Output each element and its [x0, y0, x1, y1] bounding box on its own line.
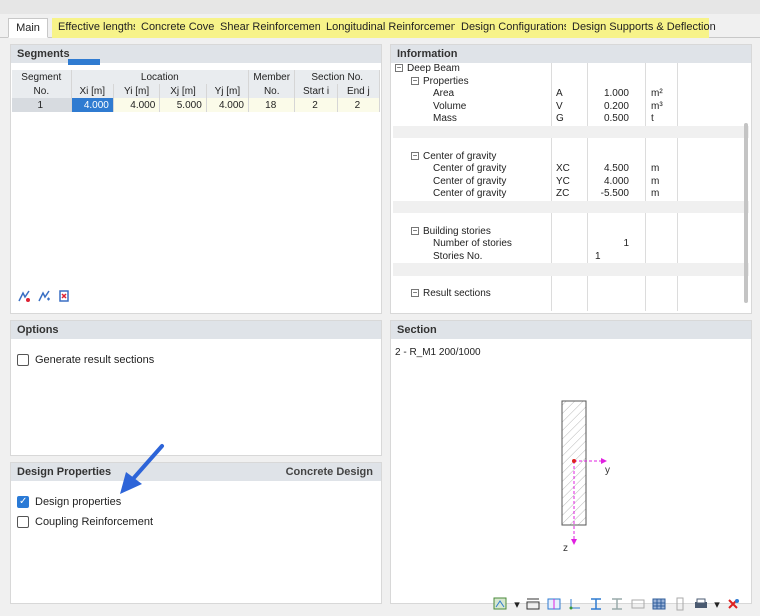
numbering-icon[interactable]: [629, 596, 647, 612]
cell-start[interactable]: 2: [294, 98, 338, 112]
dimension-icon[interactable]: [524, 596, 542, 612]
col-section-no: Section No.: [294, 70, 380, 84]
axis-y-label: y: [605, 465, 610, 476]
cell-no[interactable]: 1: [12, 98, 72, 112]
cell-end[interactable]: 2: [337, 98, 381, 112]
view-options-icon[interactable]: [492, 596, 510, 612]
tree-item: Center of gravity YC 4.000 m: [433, 175, 660, 187]
tab-bar: Main Effective lengths Concrete Cover Sh…: [0, 14, 760, 38]
section-shape-icon[interactable]: [587, 596, 605, 612]
axis-z-label: z: [563, 543, 568, 554]
tab-concrete-cover[interactable]: Concrete Cover: [135, 18, 218, 38]
insert-segment-icon[interactable]: [16, 288, 32, 304]
coupling-reinforcement-label: Coupling Reinforcement: [35, 516, 154, 528]
tree-item: Stories No. 1: [433, 250, 601, 262]
col-location: Location: [71, 70, 250, 84]
tree-item: Number of stories 1: [433, 238, 629, 249]
cell-yj[interactable]: 4.000: [206, 98, 250, 112]
collapse-icon[interactable]: −: [411, 226, 419, 235]
design-properties-checkbox[interactable]: [17, 496, 29, 508]
stress-points-icon[interactable]: [671, 596, 689, 612]
tree-spacer: [393, 125, 749, 138]
tab-shear-reinforcement[interactable]: Shear Reinforcement: [214, 18, 324, 38]
section-diagram: [561, 400, 607, 545]
tab-effective-lengths[interactable]: Effective lengths: [52, 18, 139, 38]
section-title: Section: [391, 321, 751, 339]
collapse-icon[interactable]: −: [411, 151, 419, 160]
col-yj: Yj [m]: [206, 84, 250, 98]
divide-segment-icon[interactable]: [36, 288, 52, 304]
col-xi: Xi [m]: [71, 84, 114, 98]
tree-root[interactable]: − Deep Beam: [393, 63, 749, 76]
section-panel: Section 2 - R_M1 200/1000 y z: [390, 320, 752, 604]
design-properties-panel: Design PropertiesConcrete Design Design …: [10, 462, 382, 604]
tree-item: Center of gravity ZC -5.500 m: [433, 188, 660, 199]
tree-spacer: [393, 263, 749, 276]
tree-spacer: [393, 200, 749, 213]
dropdown-arrow-icon[interactable]: ▾: [513, 596, 521, 612]
col-segment-no: No.: [12, 84, 72, 98]
information-title: Information: [391, 45, 751, 63]
delete-segment-icon[interactable]: [56, 288, 72, 304]
information-panel: Information − Deep Beam − Properties Area A…: [390, 44, 752, 314]
segments-title: Segments: [11, 45, 381, 63]
col-xj: Xj [m]: [159, 84, 207, 98]
table-column-marker: [68, 59, 100, 65]
col-member-no: No.: [248, 84, 296, 98]
options-title: Options: [11, 321, 381, 339]
tree-gravity[interactable]: − Center of gravity: [393, 151, 749, 164]
coupling-reinforcement-checkbox[interactable]: [17, 516, 29, 528]
cell-xi[interactable]: 4.000: [71, 98, 114, 112]
tree-item: Mass G 0.500 t: [433, 113, 654, 124]
col-start-i: Start i: [294, 84, 338, 98]
tree-item: Volume V 0.200 m³: [433, 100, 663, 112]
cell-member[interactable]: 18: [248, 98, 296, 112]
centroid-icon[interactable]: [545, 596, 563, 612]
tab-main[interactable]: Main: [8, 18, 48, 38]
options-panel: Options Generate result sections: [10, 320, 382, 456]
tree-item: Center of gravity XC 4.500 m: [433, 163, 660, 174]
col-yi: Yi [m]: [113, 84, 161, 98]
col-segment: Segment: [12, 70, 72, 84]
table-icon[interactable]: [650, 596, 668, 612]
section-toolbar: ▾ ▾: [492, 596, 742, 612]
print-icon[interactable]: [692, 596, 710, 612]
information-tree: − Deep Beam − Properties Area A 1.000 m² Volu…: [393, 63, 749, 311]
concrete-design-label: Concrete Design: [285, 466, 373, 478]
tab-design-configurations[interactable]: Design Configurations: [455, 18, 569, 38]
axes-icon[interactable]: [566, 596, 584, 612]
close-red-icon[interactable]: [724, 596, 742, 612]
table-header-row-1: Segment Location Member Section No.: [12, 70, 380, 84]
generate-sections-checkbox[interactable]: [17, 354, 29, 366]
design-properties-label: Design properties: [35, 496, 122, 508]
collapse-icon[interactable]: −: [411, 289, 419, 298]
collapse-icon[interactable]: −: [395, 64, 403, 73]
window-top-strip: [0, 0, 760, 14]
col-end-j: End j: [337, 84, 381, 98]
tab-design-supports-deflection[interactable]: Design Supports & Deflection: [566, 18, 716, 38]
design-properties-title: Design Properties Concrete Design: [11, 463, 381, 481]
col-member: Member: [248, 70, 296, 84]
section-outline-icon[interactable]: [608, 596, 626, 612]
cell-yi[interactable]: 4.000: [113, 98, 161, 112]
scrollbar[interactable]: [744, 123, 748, 303]
tree-properties[interactable]: − Properties: [393, 76, 749, 89]
table-row[interactable]: 1 4.000 4.000 5.000 4.000 18 2 2: [12, 98, 381, 112]
cell-xj[interactable]: 5.000: [159, 98, 207, 112]
segments-table: Segment Location Member Section No. No. …: [12, 70, 381, 112]
section-name: 2 - R_M1 200/1000: [395, 347, 481, 358]
annotation-arrow-icon: [120, 444, 164, 494]
dropdown-arrow-icon[interactable]: ▾: [713, 596, 721, 612]
tree-stories[interactable]: − Building stories: [393, 226, 749, 239]
tree-item: Area A 1.000 m²: [433, 88, 663, 99]
tab-longitudinal-reinforcement[interactable]: Longitudinal Reinforcement: [320, 18, 460, 38]
collapse-icon[interactable]: −: [411, 76, 419, 85]
segments-toolbar: [16, 288, 72, 304]
generate-sections-label: Generate result sections: [35, 354, 155, 366]
table-header-row-2: No. Xi [m] Yi [m] Xj [m] Yj [m] No. Star…: [12, 84, 381, 98]
tree-result-sections[interactable]: − Result sections: [393, 288, 749, 301]
